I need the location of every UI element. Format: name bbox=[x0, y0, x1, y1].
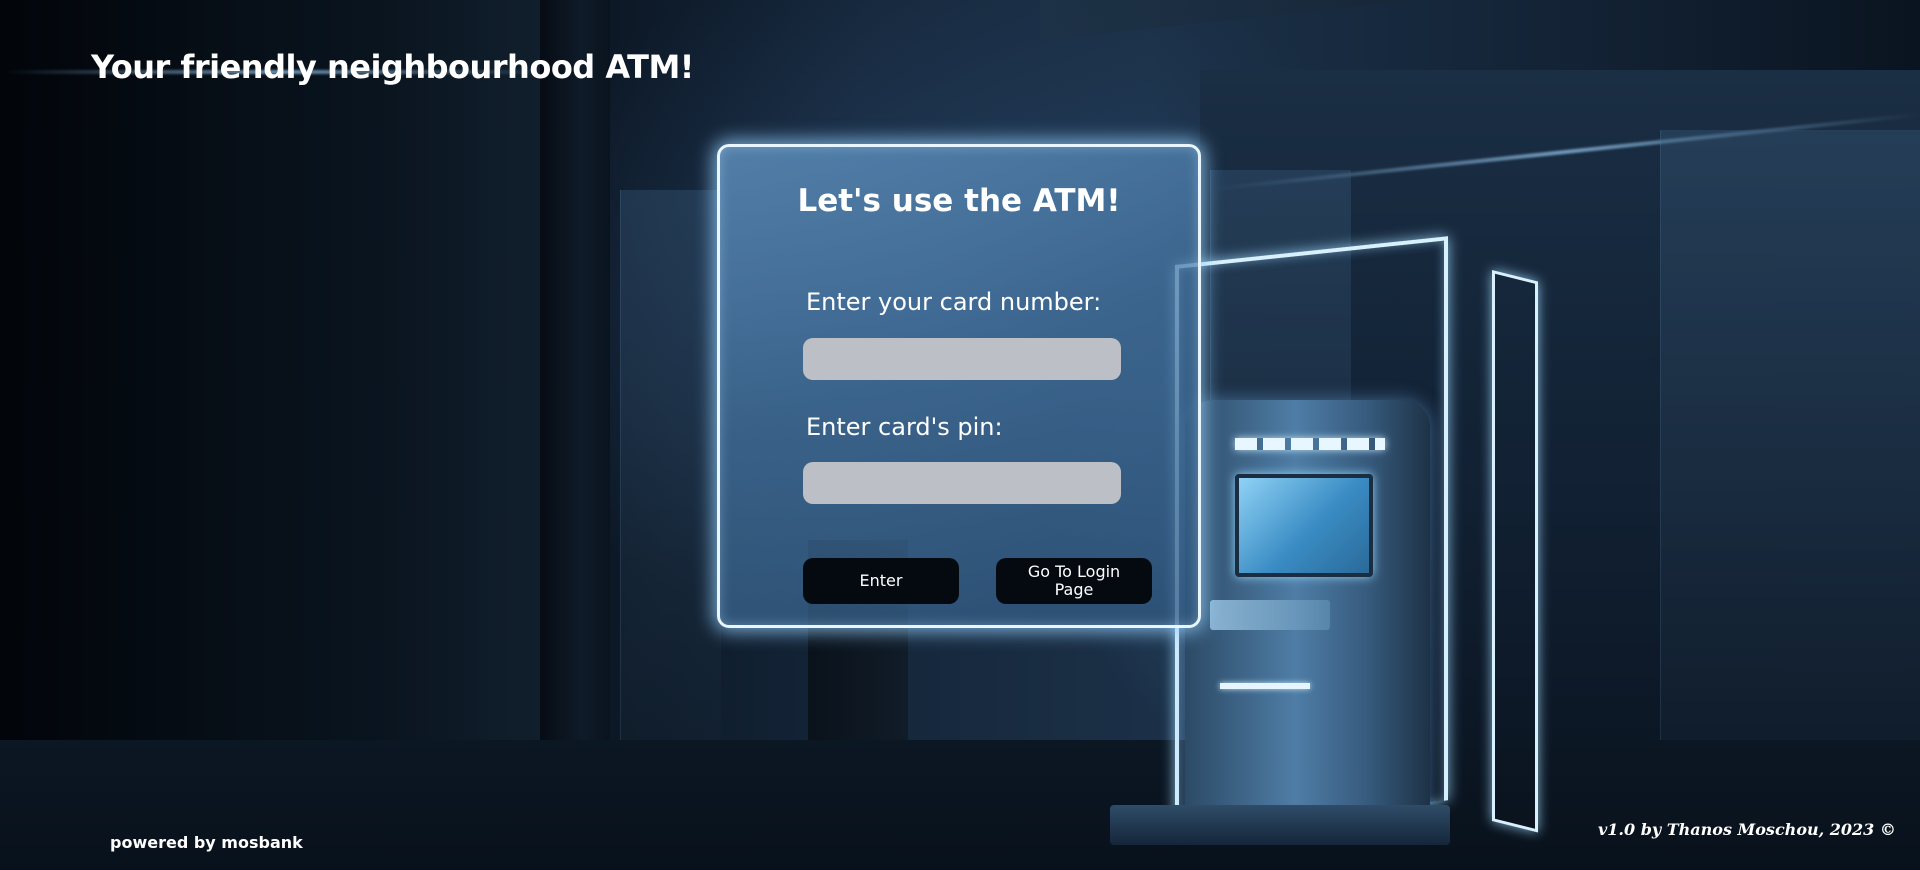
atm-top-lights bbox=[1235, 438, 1385, 450]
atm-slot-illustration bbox=[1220, 683, 1310, 689]
enter-button[interactable]: Enter bbox=[803, 558, 959, 604]
version-credit-text: v1.0 by Thanos Moschou, 2023 © bbox=[1598, 820, 1896, 839]
card-title: Let's use the ATM! bbox=[797, 183, 1121, 219]
go-to-login-button[interactable]: Go To Login Page bbox=[996, 558, 1152, 604]
atm-keypad-illustration bbox=[1210, 600, 1330, 630]
background-wall-panel bbox=[1660, 130, 1920, 770]
atm-neon-frame-side bbox=[1492, 270, 1538, 833]
card-number-input[interactable] bbox=[803, 338, 1121, 380]
pin-label: Enter card's pin: bbox=[806, 413, 1003, 441]
atm-screen-illustration bbox=[1235, 474, 1373, 577]
card-number-label: Enter your card number: bbox=[806, 288, 1102, 316]
atm-base-illustration bbox=[1110, 805, 1450, 845]
pin-input[interactable] bbox=[803, 462, 1121, 504]
powered-by-text: powered by mosbank bbox=[110, 833, 303, 852]
atm-login-card: Let's use the ATM! Enter your card numbe… bbox=[717, 144, 1201, 628]
background-wall-panel bbox=[620, 190, 721, 740]
background-ceiling-beam bbox=[1040, 0, 1920, 40]
site-title: Your friendly neighbourhood ATM! bbox=[91, 48, 694, 86]
